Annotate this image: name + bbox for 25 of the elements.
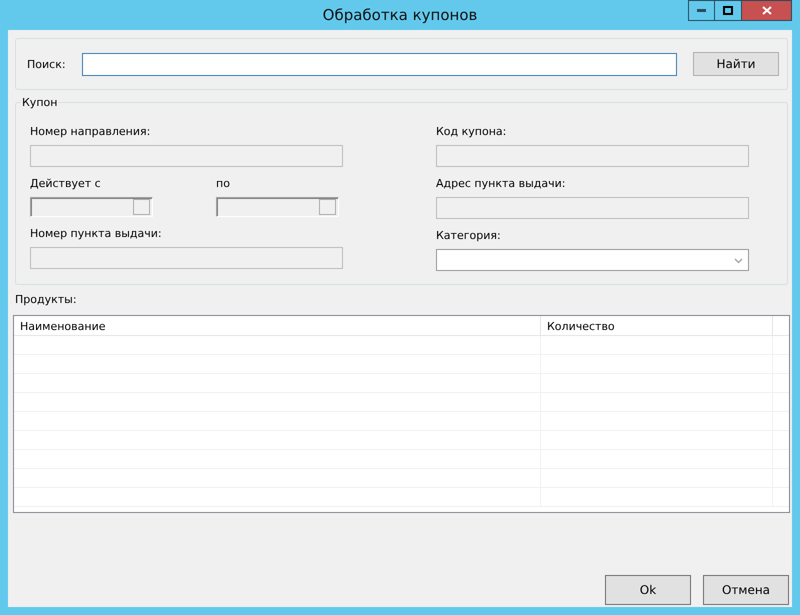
products-label: Продукты: (15, 293, 78, 306)
field-label: по (216, 177, 231, 190)
maximize-button[interactable] (715, 0, 742, 21)
close-icon (762, 6, 772, 15)
search-field[interactable] (82, 52, 677, 76)
chevron-down-icon (734, 258, 743, 264)
field-label: Адрес пункта выдачи: (436, 177, 566, 190)
field-label: Номер направления: (30, 125, 152, 138)
column-header[interactable]: Количество (541, 316, 773, 335)
search-button[interactable]: Найти (693, 52, 779, 76)
field-label: Категория: (436, 229, 502, 242)
maximize-icon (723, 6, 733, 15)
category-dropdown[interactable] (436, 249, 749, 271)
group-title: Купон (21, 96, 58, 109)
dialog-button[interactable]: Ok (605, 575, 691, 605)
field-label: Код купона: (436, 125, 508, 138)
minimize-icon (697, 9, 706, 12)
dialog-button[interactable]: Отмена (703, 575, 789, 605)
column-header[interactable]: Наименование (14, 316, 541, 335)
field-label: Действует с (30, 177, 102, 190)
search-label: Поиск: (27, 58, 66, 70)
close-button[interactable] (742, 0, 792, 21)
field-label: Номер пункта выдачи: (30, 227, 163, 240)
minimize-button[interactable] (688, 0, 715, 21)
window-title: Обработка купонов (322, 6, 478, 24)
